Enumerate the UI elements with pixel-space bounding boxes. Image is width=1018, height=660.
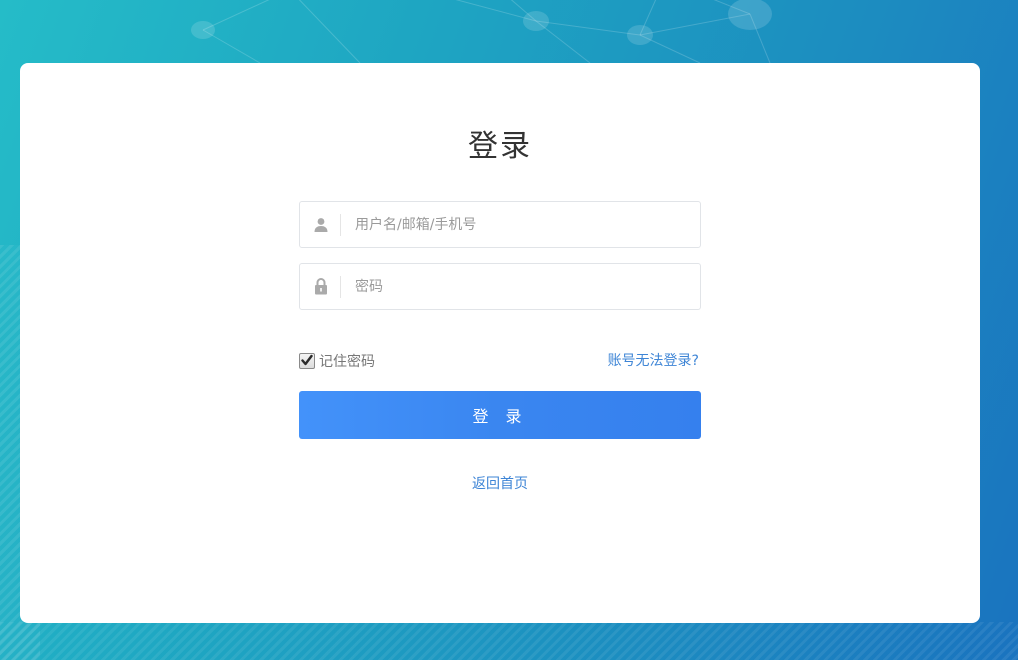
back-home-link[interactable]: 返回首页 [20,473,980,493]
login-button[interactable]: 登 录 [299,391,701,439]
check-icon [301,354,313,366]
user-icon [300,202,342,247]
password-field[interactable] [299,263,701,310]
page-title: 登录 [468,129,532,164]
field-divider [340,276,341,298]
forgot-account-link[interactable]: 账号无法登录? [608,350,699,372]
field-divider [340,214,341,236]
remember-label: 记住密码 [319,354,375,370]
username-field[interactable] [299,201,701,248]
remember-checkbox[interactable] [299,353,315,369]
background-bottom-stripe [0,622,1018,660]
username-input[interactable] [355,202,685,247]
login-card: 登录 记住密码 账号无法登录? 登 录 [20,63,980,623]
lock-icon [300,264,342,309]
password-input[interactable] [355,264,685,309]
remember-password-option[interactable]: 记住密码 [299,350,375,372]
